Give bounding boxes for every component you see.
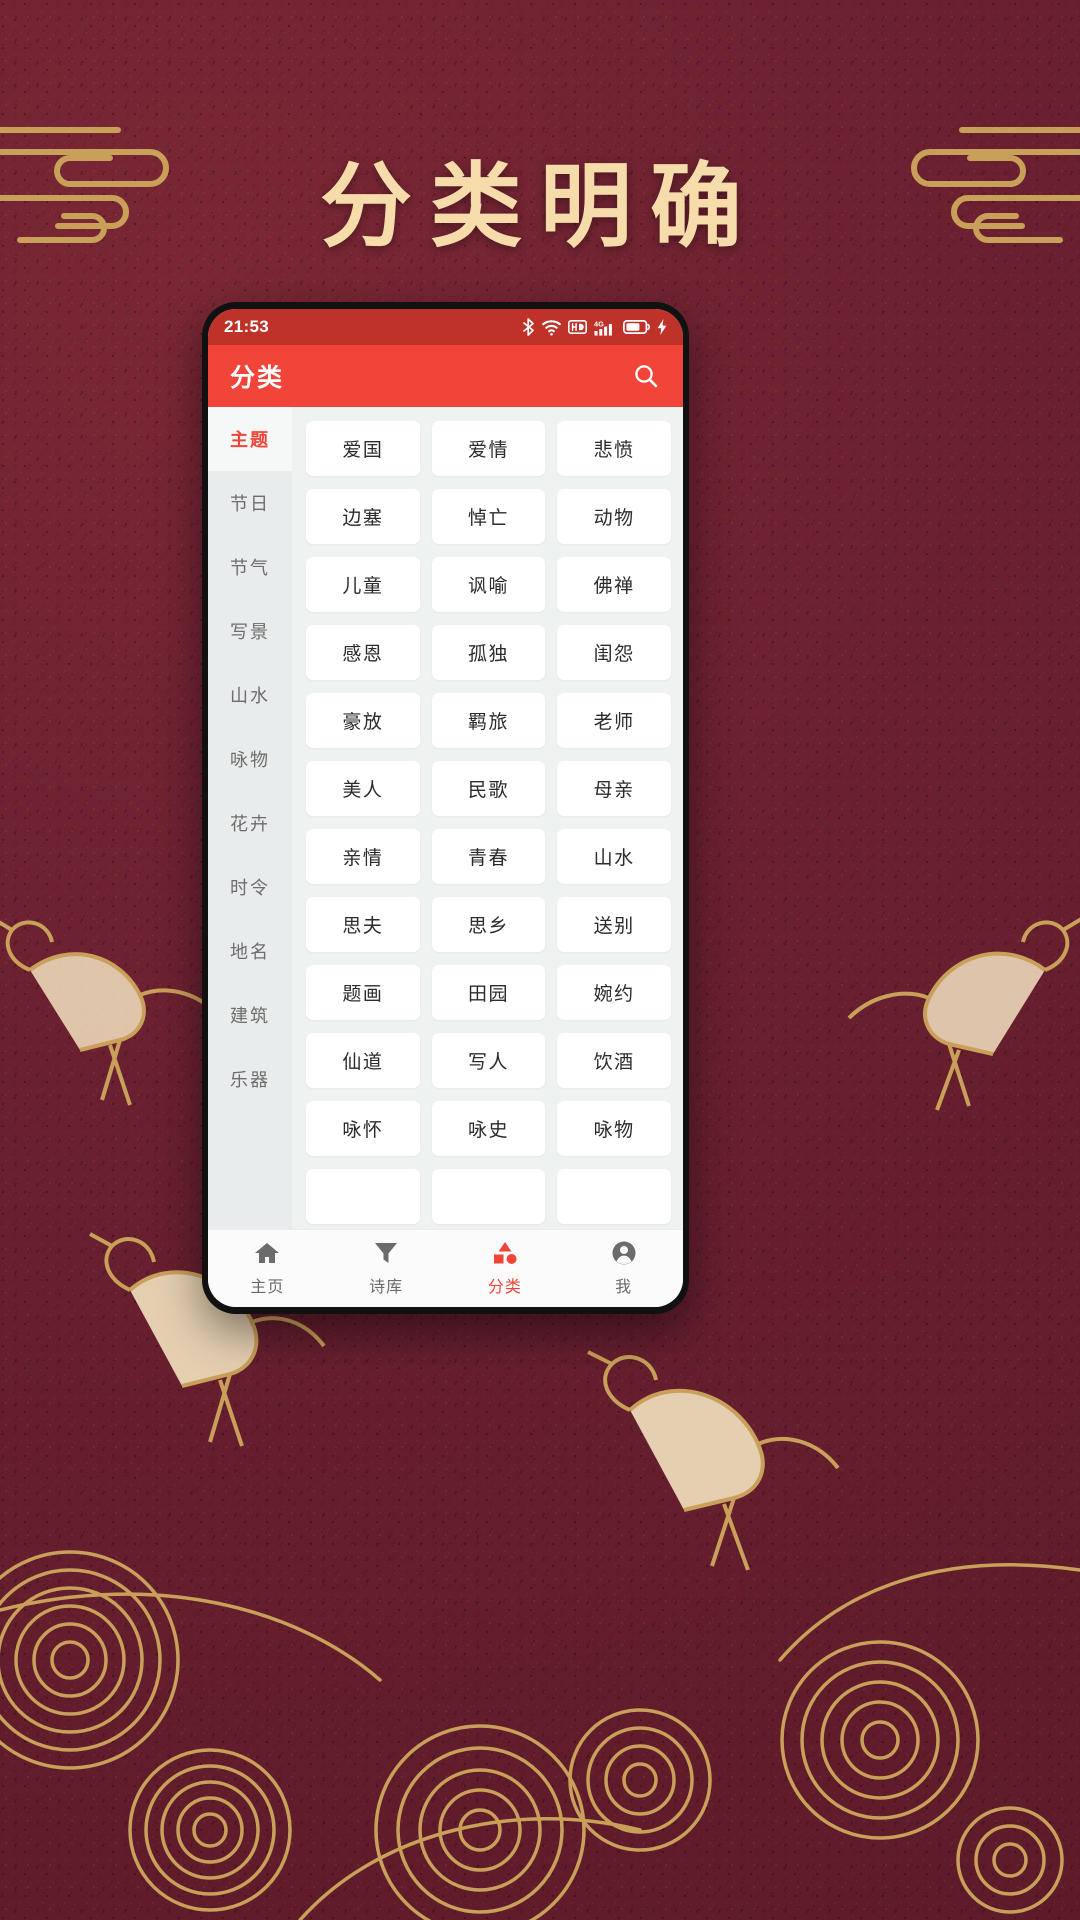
nav-item-1[interactable]: 诗库 xyxy=(327,1240,446,1297)
category-card[interactable]: 边塞 xyxy=(306,489,420,544)
nav-item-label: 分类 xyxy=(487,1279,522,1296)
category-card[interactable]: 羁旅 xyxy=(431,693,546,748)
hd-icon xyxy=(568,320,587,334)
poster-headline: 分类明确 xyxy=(319,152,760,260)
page-title: 分类 xyxy=(230,364,285,392)
category-card[interactable]: 悼亡 xyxy=(431,489,546,544)
app-bar: 分类 xyxy=(208,345,683,407)
category-card[interactable]: 山水 xyxy=(557,829,671,884)
category-card-partial[interactable] xyxy=(557,1169,671,1224)
category-card[interactable]: 爱国 xyxy=(306,421,420,476)
status-bar: 21:53 4G xyxy=(208,309,683,345)
nav-item-0[interactable]: 主页 xyxy=(208,1240,327,1297)
shapes-icon xyxy=(493,1242,517,1264)
category-card-partial[interactable] xyxy=(306,1169,420,1224)
category-card[interactable]: 悲愤 xyxy=(557,421,671,476)
sidebar-item-8[interactable]: 地名 xyxy=(208,919,292,983)
sidebar-item-label: 花卉 xyxy=(230,814,270,834)
sidebar-item-2[interactable]: 节气 xyxy=(208,535,292,599)
category-card[interactable]: 民歌 xyxy=(431,761,546,816)
category-card[interactable]: 母亲 xyxy=(557,761,671,816)
status-icon-group: 4G xyxy=(522,318,667,336)
sidebar-item-label: 时令 xyxy=(230,878,270,898)
category-content: 主题 节日 节气 写景 山水 咏物 花卉 时令 地名 建筑 乐器 爱国 爱情 悲愤 边塞 悼亡 动物 儿童 讽喻佛… xyxy=(208,407,683,1229)
sidebar-item-label: 咏物 xyxy=(230,750,270,770)
category-card[interactable]: 亲情 xyxy=(306,829,420,884)
sidebar-item-label: 节气 xyxy=(230,558,270,578)
signal-4g-icon: 4G xyxy=(594,319,612,336)
sidebar-item-4[interactable]: 山水 xyxy=(208,663,292,727)
funnel-icon xyxy=(375,1243,398,1263)
sidebar-item-0[interactable]: 主题 xyxy=(208,407,292,471)
phone-mockup: 21:53 4G 分类 主题 节日 节气 写景 山水 咏物 花卉 时令 地名 建… xyxy=(202,302,689,1314)
category-card[interactable]: 思夫 xyxy=(306,897,420,952)
svg-text:4G: 4G xyxy=(594,319,604,328)
sidebar-item-3[interactable]: 写景 xyxy=(208,599,292,663)
battery-icon xyxy=(623,320,650,334)
status-time: 21:53 xyxy=(224,317,269,336)
category-card[interactable]: 动物 xyxy=(557,489,671,544)
nav-item-3[interactable]: 我 xyxy=(564,1240,683,1297)
category-card[interactable]: 婉约 xyxy=(557,965,671,1020)
category-sidebar[interactable]: 主题节日节气写景山水咏物花卉时令地名建筑乐器 xyxy=(208,407,292,1229)
sidebar-item-label: 主题 xyxy=(230,430,270,450)
category-grid: 爱国 爱情 悲愤边塞 悼亡 动物儿童 讽喻 佛禅感恩 孤独 闺怨豪放 羁旅 老师美人 民歌 母亲亲情 青春… xyxy=(292,407,683,1224)
category-card[interactable]: 讽喻 xyxy=(431,557,546,612)
wifi-icon xyxy=(542,319,561,336)
crane-ornament-bottom-center xyxy=(587,1350,840,1571)
charging-bolt-icon xyxy=(657,319,667,335)
sidebar-item-label: 地名 xyxy=(230,942,270,962)
category-card[interactable]: 老师 xyxy=(557,693,671,748)
phone-screen: 21:53 4G 分类 主题 节日 节气 写景 山水 咏物 花卉 时令 地名 建… xyxy=(208,309,683,1307)
category-card[interactable]: 仙道 xyxy=(306,1033,420,1088)
bluetooth-icon xyxy=(523,318,534,336)
poster-canvas: 分类明确 21:53 4G 分类 主题 节日 节气 写景 山水 咏物 花卉 时令… xyxy=(0,0,1080,1920)
category-card[interactable]: 感恩 xyxy=(306,625,420,680)
sidebar-item-10[interactable]: 乐器 xyxy=(208,1047,292,1111)
category-card[interactable]: 咏怀 xyxy=(306,1101,420,1156)
category-card[interactable]: 送别 xyxy=(557,897,671,952)
sidebar-item-1[interactable]: 节日 xyxy=(208,471,292,535)
sidebar-item-7[interactable]: 时令 xyxy=(208,855,292,919)
bottom-navigation: 主页 诗库 分类 我 xyxy=(208,1229,683,1307)
person-icon xyxy=(612,1241,636,1265)
search-button[interactable] xyxy=(629,359,663,393)
nav-item-label: 主页 xyxy=(250,1279,285,1296)
sidebar-item-label: 山水 xyxy=(230,686,270,706)
search-icon xyxy=(635,365,658,388)
category-card[interactable]: 思乡 xyxy=(431,897,546,952)
category-card[interactable]: 写人 xyxy=(431,1033,546,1088)
category-card[interactable]: 咏物 xyxy=(557,1101,671,1156)
nav-item-2[interactable]: 分类 xyxy=(446,1240,565,1297)
spiral-cloud-ornaments-bottom xyxy=(0,1550,1080,1920)
category-card[interactable]: 儿童 xyxy=(306,557,420,612)
sidebar-item-label: 节日 xyxy=(230,494,270,514)
category-card[interactable]: 豪放 xyxy=(306,693,420,748)
category-card[interactable]: 题画 xyxy=(306,965,420,1020)
sidebar-item-9[interactable]: 建筑 xyxy=(208,983,292,1047)
category-card[interactable]: 美人 xyxy=(306,761,420,816)
crane-ornament-right xyxy=(847,917,1080,1111)
category-card-partial[interactable] xyxy=(431,1169,546,1224)
category-card[interactable]: 饮酒 xyxy=(557,1033,671,1088)
home-icon xyxy=(255,1243,280,1263)
sidebar-item-label: 乐器 xyxy=(230,1070,270,1090)
sidebar-item-label: 建筑 xyxy=(230,1006,270,1026)
category-card[interactable]: 田园 xyxy=(431,965,546,1020)
sidebar-item-5[interactable]: 咏物 xyxy=(208,727,292,791)
nav-item-label: 我 xyxy=(615,1279,633,1296)
sidebar-item-6[interactable]: 花卉 xyxy=(208,791,292,855)
category-card[interactable]: 青春 xyxy=(431,829,546,884)
category-card[interactable]: 咏史 xyxy=(431,1101,546,1156)
category-card[interactable]: 孤独 xyxy=(431,625,546,680)
nav-item-label: 诗库 xyxy=(369,1279,404,1296)
category-card[interactable]: 闺怨 xyxy=(557,625,671,680)
category-grid-scroll[interactable]: 爱国 爱情 悲愤边塞 悼亡 动物儿童 讽喻 佛禅感恩 孤独 闺怨豪放 羁旅 老师美人 民歌 母亲亲情 青春… xyxy=(292,407,683,1229)
category-card[interactable]: 爱情 xyxy=(431,421,546,476)
category-card[interactable]: 佛禅 xyxy=(557,557,671,612)
sidebar-item-label: 写景 xyxy=(230,622,270,642)
